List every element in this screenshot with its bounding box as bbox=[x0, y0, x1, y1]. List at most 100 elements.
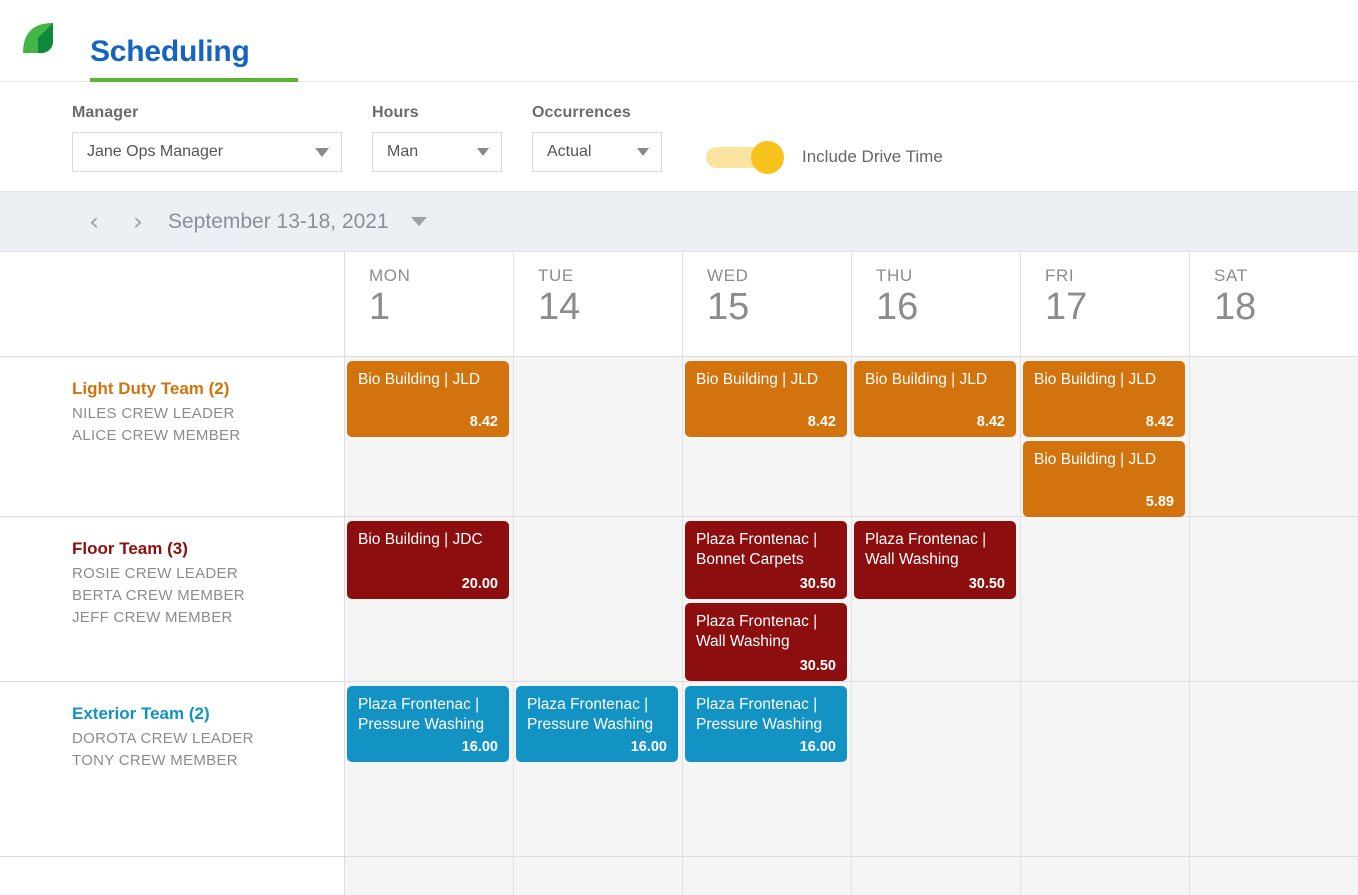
event-hours-value: 8.42 bbox=[976, 414, 1005, 430]
chevron-left-icon[interactable]: ‹ bbox=[72, 209, 116, 234]
day-number-label: 1 bbox=[369, 286, 391, 328]
schedule-event-card[interactable]: Plaza Frontenac | Wall Washing 30.50 bbox=[854, 521, 1016, 599]
event-title: Bio Building | JLD bbox=[1034, 371, 1157, 388]
team-label-cell[interactable] bbox=[0, 857, 345, 895]
crew-member-name: NILES CREW LEADER bbox=[72, 405, 235, 422]
schedule-cell[interactable]: Plaza Frontenac | Pressure Washing 16.00 bbox=[683, 682, 852, 857]
schedule-cell[interactable] bbox=[1021, 682, 1190, 857]
schedule-event-card[interactable]: Bio Building | JLD 8.42 bbox=[854, 361, 1016, 437]
day-header-thu: THU 16 bbox=[852, 252, 1021, 357]
event-hours-value: 16.00 bbox=[461, 739, 498, 755]
schedule-event-card[interactable]: Plaza Frontenac | Pressure Washing 16.00 bbox=[516, 686, 678, 762]
occurrences-select[interactable]: Actual bbox=[532, 132, 662, 172]
schedule-cell[interactable] bbox=[514, 357, 683, 517]
schedule-cell[interactable] bbox=[1021, 857, 1190, 895]
leaf-logo-icon bbox=[18, 18, 58, 58]
chevron-down-icon[interactable] bbox=[410, 217, 427, 226]
schedule-event-card[interactable]: Bio Building | JLD 8.42 bbox=[685, 361, 847, 437]
manager-filter: Manager Jane Ops Manager bbox=[72, 104, 342, 172]
hours-select-value: Man bbox=[387, 143, 419, 160]
manager-select[interactable]: Jane Ops Manager bbox=[72, 132, 342, 172]
chevron-right-icon[interactable]: › bbox=[116, 209, 160, 234]
include-drive-time-label: Include Drive Time bbox=[802, 147, 943, 166]
app-header: Scheduling bbox=[0, 0, 1358, 82]
schedule-event-card[interactable]: Plaza Frontenac | Bonnet Carpets 30.50 bbox=[685, 521, 847, 599]
schedule-cell[interactable] bbox=[852, 857, 1021, 895]
day-of-week-label: WED bbox=[707, 266, 749, 285]
schedule-cell[interactable] bbox=[1190, 517, 1358, 682]
day-of-week-label: FRI bbox=[1045, 266, 1075, 285]
day-of-week-label: THU bbox=[876, 266, 913, 285]
crew-member-name: ROSIE CREW LEADER bbox=[72, 565, 238, 582]
event-title: Plaza Frontenac | Pressure Washing bbox=[358, 696, 485, 733]
toggle-knob bbox=[751, 141, 784, 174]
event-title: Plaza Frontenac | Pressure Washing bbox=[696, 696, 823, 733]
schedule-cell[interactable] bbox=[852, 682, 1021, 857]
team-name: Floor Team (3) bbox=[72, 539, 188, 558]
crew-member-name: TONY CREW MEMBER bbox=[72, 752, 238, 770]
schedule-event-card[interactable]: Bio Building | JLD 8.42 bbox=[347, 361, 509, 437]
day-of-week-label: MON bbox=[369, 266, 411, 285]
team-name: Exterior Team (2) bbox=[72, 704, 210, 723]
active-tab-underline bbox=[90, 78, 298, 82]
event-title: Plaza Frontenac | Bonnet Carpets bbox=[696, 531, 818, 568]
schedule-cell[interactable]: Bio Building | JLD 8.42 Bio Building | JLD… bbox=[1021, 357, 1190, 517]
manager-label: Manager bbox=[72, 104, 139, 121]
schedule-cell[interactable] bbox=[1190, 357, 1358, 517]
schedule-cell[interactable]: Bio Building | JLD 8.42 bbox=[852, 357, 1021, 517]
day-number-label: 15 bbox=[707, 286, 750, 328]
team-label-cell[interactable]: Exterior Team (2) DOROTA CREW LEADER TONY … bbox=[0, 682, 345, 857]
schedule-cell[interactable]: Plaza Frontenac | Pressure Washing 16.00 bbox=[514, 682, 683, 857]
schedule-event-card[interactable]: Plaza Frontenac | Pressure Washing 16.00 bbox=[347, 686, 509, 762]
schedule-cell[interactable] bbox=[514, 857, 683, 895]
day-number-label: 14 bbox=[538, 286, 581, 328]
schedule-event-card[interactable]: Bio Building | JDC 20.00 bbox=[347, 521, 509, 599]
page-title: Scheduling bbox=[90, 35, 250, 68]
date-navigation-bar: ‹ › September 13-18, 2021 bbox=[0, 192, 1358, 252]
calendar-team-row: Light Duty Team (2) NILES CREW LEADER ALIC… bbox=[0, 357, 1358, 517]
event-hours-value: 8.42 bbox=[1145, 414, 1174, 430]
schedule-cell[interactable]: Plaza Frontenac | Bonnet Carpets 30.50 Pla… bbox=[683, 517, 852, 682]
calendar-corner-cell bbox=[0, 252, 345, 357]
hours-select[interactable]: Man bbox=[372, 132, 502, 172]
schedule-cell[interactable] bbox=[345, 857, 514, 895]
schedule-cell[interactable]: Bio Building | JLD 8.42 bbox=[683, 357, 852, 517]
schedule-cell[interactable]: Plaza Frontenac | Wall Washing 30.50 bbox=[852, 517, 1021, 682]
event-title: Plaza Frontenac | Pressure Washing bbox=[527, 696, 654, 733]
team-label-cell[interactable]: Floor Team (3) ROSIE CREW LEADER BERTA CRE… bbox=[0, 517, 345, 682]
occurrences-select-value: Actual bbox=[547, 143, 592, 160]
team-name: Light Duty Team (2) bbox=[72, 379, 230, 398]
crew-member-name: ALICE CREW MEMBER bbox=[72, 427, 241, 445]
event-hours-value: 8.42 bbox=[469, 414, 498, 430]
schedule-cell[interactable]: Bio Building | JDC 20.00 bbox=[345, 517, 514, 682]
event-hours-value: 5.89 bbox=[1145, 494, 1174, 510]
include-drive-time-toggle[interactable]: Include Drive Time bbox=[706, 141, 943, 174]
event-hours-value: 20.00 bbox=[461, 576, 498, 592]
schedule-cell[interactable]: Plaza Frontenac | Pressure Washing 16.00 bbox=[345, 682, 514, 857]
schedule-calendar: MON 1 TUE 14 WED 15 THU 16 FRI 17 SAT 18 Light Duty… bbox=[0, 252, 1358, 895]
chevron-down-icon bbox=[315, 147, 329, 157]
event-hours-value: 30.50 bbox=[799, 576, 836, 592]
schedule-cell[interactable] bbox=[683, 857, 852, 895]
schedule-cell[interactable]: Bio Building | JLD 8.42 bbox=[345, 357, 514, 517]
schedule-event-card[interactable]: Plaza Frontenac | Wall Washing 30.50 bbox=[685, 603, 847, 681]
day-of-week-label: TUE bbox=[538, 266, 574, 285]
schedule-cell[interactable] bbox=[1190, 682, 1358, 857]
event-title: Bio Building | JDC bbox=[358, 531, 483, 548]
chevron-down-icon bbox=[477, 148, 489, 156]
schedule-event-card[interactable]: Bio Building | JLD 8.42 bbox=[1023, 361, 1185, 437]
event-title: Bio Building | JLD bbox=[865, 371, 988, 388]
date-range-label: September 13-18, 2021 bbox=[168, 209, 389, 233]
schedule-cell[interactable] bbox=[1190, 857, 1358, 895]
schedule-cell[interactable] bbox=[514, 517, 683, 682]
crew-member-name: BERTA CREW MEMBER bbox=[72, 587, 245, 605]
schedule-cell[interactable] bbox=[1021, 517, 1190, 682]
event-title: Plaza Frontenac | Wall Washing bbox=[865, 531, 987, 568]
event-title: Bio Building | JLD bbox=[696, 371, 819, 388]
day-header-fri: FRI 17 bbox=[1021, 252, 1190, 357]
calendar-team-row: Floor Team (3) ROSIE CREW LEADER BERTA CRE… bbox=[0, 517, 1358, 682]
team-label-cell[interactable]: Light Duty Team (2) NILES CREW LEADER ALIC… bbox=[0, 357, 345, 517]
schedule-event-card[interactable]: Bio Building | JLD 5.89 bbox=[1023, 441, 1185, 517]
schedule-event-card[interactable]: Plaza Frontenac | Pressure Washing 16.00 bbox=[685, 686, 847, 762]
toggle-switch[interactable] bbox=[706, 141, 784, 174]
